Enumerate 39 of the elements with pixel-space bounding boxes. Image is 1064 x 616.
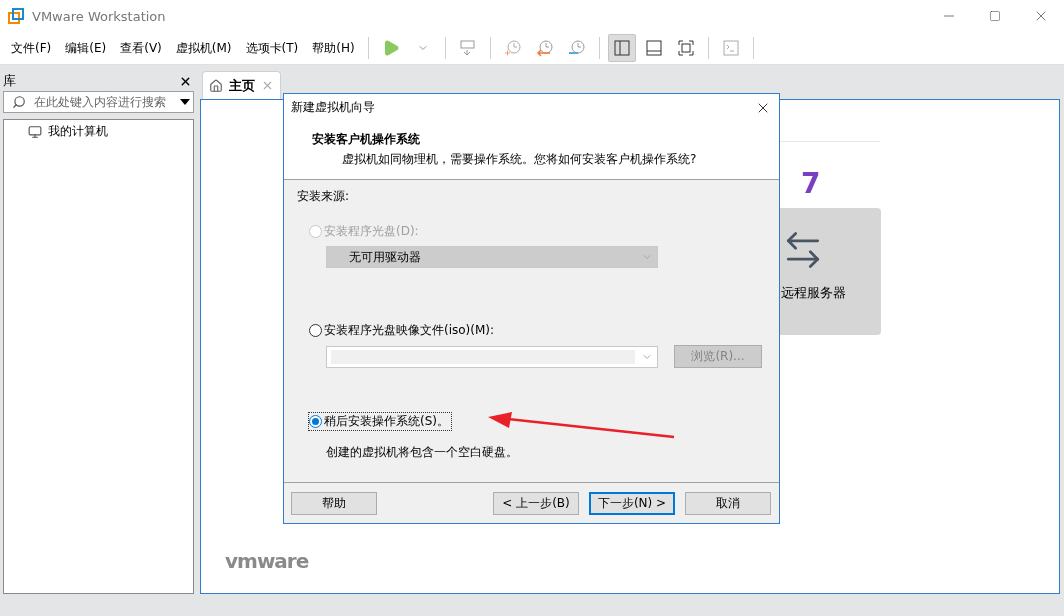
clock-wrench-icon: [567, 39, 586, 57]
home-icon: [209, 78, 223, 93]
dialog-button[interactable]: 下一步(N) >: [589, 491, 675, 515]
panel-layout-icon: [644, 39, 663, 57]
option-note: 创建的虚拟机将包含一个空白硬盘。: [326, 444, 518, 461]
menu-item[interactable]: 文件(F): [4, 39, 59, 57]
tree-item[interactable]: 我的计算机: [48, 123, 108, 140]
menu-item[interactable]: 虚拟机(M): [168, 39, 239, 57]
dialog-button[interactable]: 帮助: [291, 491, 377, 515]
library-title: 库: [3, 72, 16, 90]
source-label: 安装来源:: [297, 188, 350, 205]
search-icon: [12, 95, 26, 109]
monitor-icon: [28, 124, 42, 139]
terminal-icon: [721, 39, 740, 57]
radio-option[interactable]: 稍后安装操作系统(S)。: [309, 413, 451, 430]
search-field[interactable]: 在此处键入内容进行搜索: [3, 91, 194, 113]
monitor-arrow-icon: [458, 39, 477, 57]
dialog-subheading: 虚拟机如同物理机，需要操作系统。您将如何安装客户机操作系统?: [341, 151, 698, 168]
radio-option[interactable]: 安装程序光盘映像文件(iso)(M):: [309, 322, 497, 339]
maximize-icon[interactable]: [989, 10, 1001, 22]
dialog-title: 新建虚拟机向导: [291, 99, 375, 116]
menu-item[interactable]: 帮助(H): [305, 39, 362, 57]
tab[interactable]: 主页: [202, 71, 281, 99]
caret-icon[interactable]: [180, 99, 190, 105]
toolbar-button[interactable]: [607, 34, 636, 62]
vmware-logo: vmware: [225, 549, 309, 573]
dialog-heading: 安装客户机操作系统: [312, 131, 421, 148]
clock-back-icon: [535, 39, 554, 57]
dialog-button[interactable]: < 上一步(B): [493, 491, 579, 515]
window-title: VMware Workstation: [32, 8, 167, 24]
app-logo-icon: [8, 8, 24, 24]
clock-plus-icon: [503, 39, 522, 57]
dialog-button[interactable]: 取消: [685, 491, 771, 515]
version-text: 7: [801, 170, 821, 198]
menu-item[interactable]: 查看(V): [113, 39, 169, 57]
sidebar-layout-icon: [612, 39, 631, 57]
menu-item[interactable]: 编辑(E): [58, 39, 114, 57]
menu-item[interactable]: 选项卡(T): [238, 39, 306, 57]
fullscreen-icon: [676, 39, 695, 57]
